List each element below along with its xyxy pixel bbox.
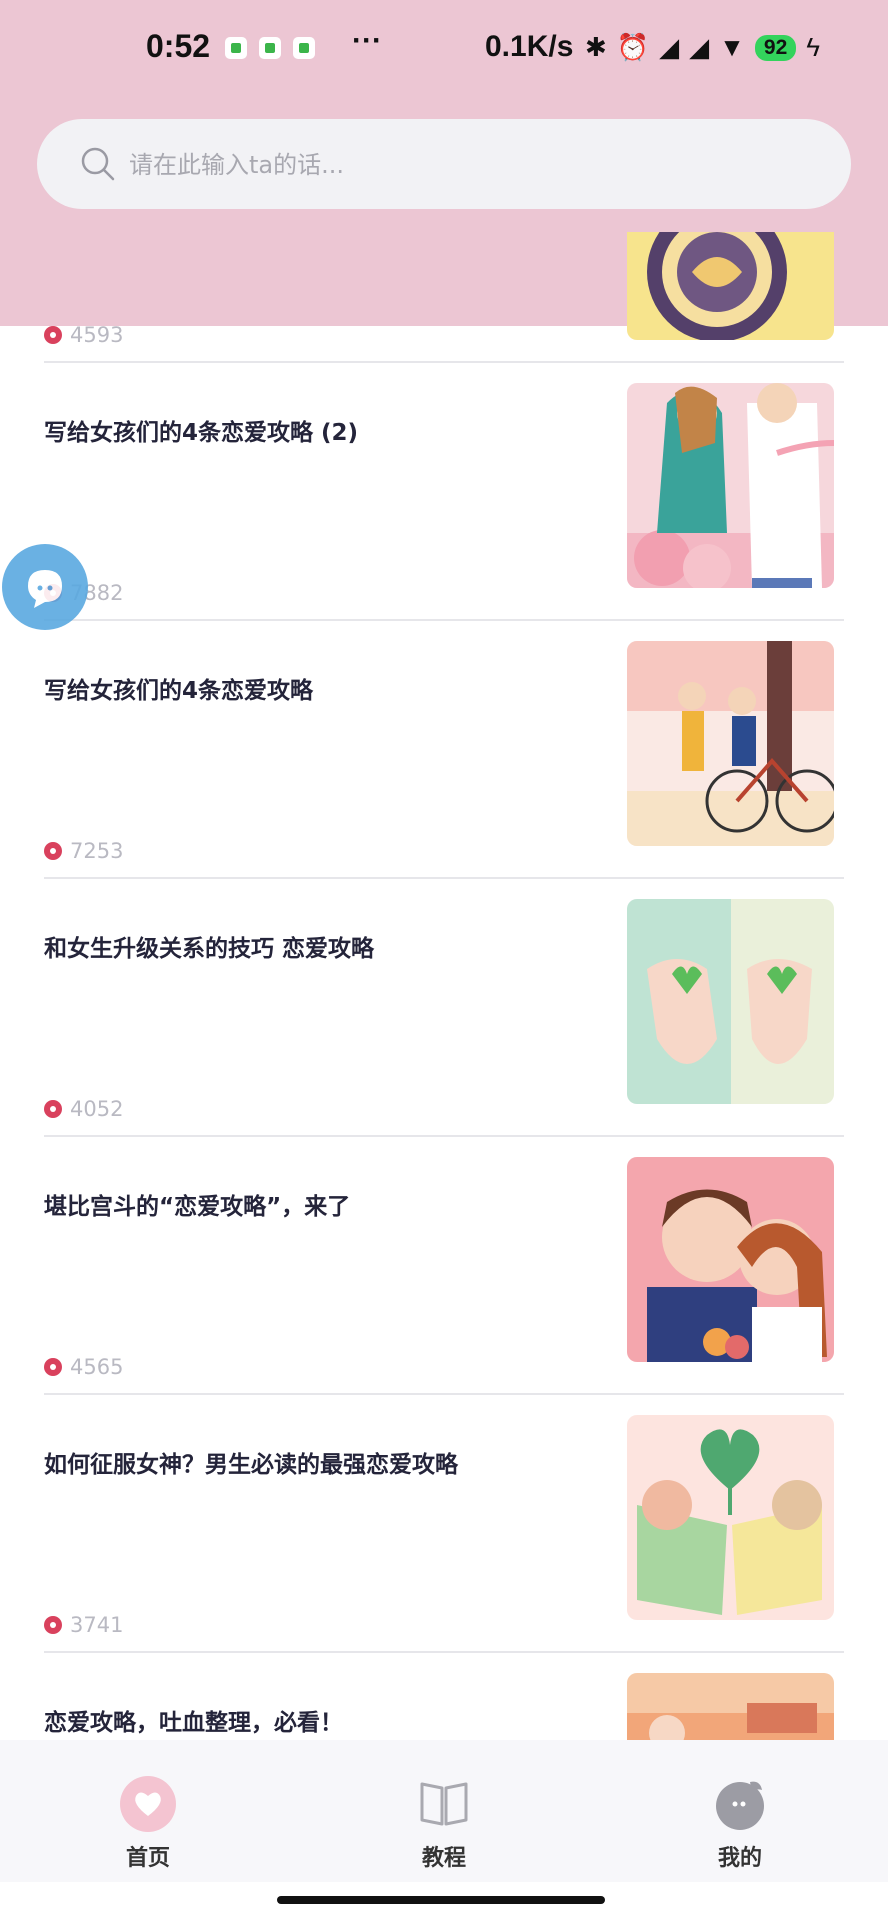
tab-mine[interactable]: 我的 [640, 1740, 840, 1882]
signal-icon: ◢ [659, 32, 680, 62]
article-thumbnail[interactable] [627, 383, 834, 588]
eye-icon [44, 842, 62, 860]
signal-icon: ◢ [689, 32, 710, 62]
more-notifications-icon: ··· [352, 24, 382, 57]
list-item[interactable]: 写给女孩们的4条恋爱攻略 (2) 7882 [44, 363, 844, 621]
list-item[interactable]: 恋爱攻略，吐血整理，必看！ [44, 1653, 844, 1740]
eye-icon [44, 1616, 62, 1634]
view-count: 4052 [44, 1097, 123, 1121]
list-item[interactable]: 写给女孩们的4条恋爱攻略 7253 [44, 621, 844, 879]
view-count: 4565 [44, 1355, 123, 1379]
article-thumbnail-partial[interactable] [627, 232, 834, 340]
list-item[interactable]: 和女生升级关系的技巧 恋爱攻略 4052 [44, 879, 844, 1137]
list-item[interactable]: 堪比宫斗的“恋爱攻略”，来了 4565 [44, 1137, 844, 1395]
eye-icon [44, 326, 62, 344]
eye-icon [44, 1358, 62, 1376]
view-count: 7253 [44, 839, 123, 863]
article-title[interactable]: 写给女孩们的4条恋爱攻略 [44, 671, 604, 705]
alarm-icon: ⏰ [616, 32, 650, 62]
article-thumbnail[interactable] [627, 1673, 834, 1740]
charging-icon: ϟ [806, 32, 821, 62]
notification-icons [225, 37, 315, 59]
search-bar[interactable] [37, 119, 851, 209]
book-icon [420, 1782, 468, 1826]
android-icon [225, 37, 247, 59]
article-title[interactable]: 写给女孩们的4条恋爱攻略 (2) [44, 413, 604, 447]
tab-tutorial[interactable]: 教程 [344, 1740, 544, 1882]
chat-bubble-icon [28, 570, 62, 608]
umbrella-icon [259, 37, 281, 59]
article-thumbnail[interactable] [627, 899, 834, 1104]
network-speed: 0.1K/s [485, 30, 574, 63]
bluetooth-icon: ✱ [585, 32, 607, 62]
floating-chat-button[interactable] [2, 544, 88, 630]
home-indicator[interactable] [277, 1896, 605, 1904]
tab-mine-label: 我的 [717, 1846, 762, 1871]
download-icon [293, 37, 315, 59]
status-time: 0:52 [146, 28, 211, 64]
search-input[interactable] [127, 141, 811, 189]
profile-icon [716, 1781, 764, 1830]
wifi-icon: ▼ [719, 32, 745, 62]
tab-tutorial-label: 教程 [421, 1846, 466, 1871]
tab-home[interactable]: 首页 [48, 1740, 248, 1882]
article-title[interactable]: 如何征服女神？男生必读的最强恋爱攻略 [44, 1445, 604, 1479]
article-title[interactable]: 恋爱攻略，吐血整理，必看！ [44, 1703, 604, 1737]
battery-indicator: 92 [754, 34, 797, 61]
bottom-tab-bar: 首页 教程 我的 [0, 1740, 888, 1882]
search-icon [81, 147, 115, 181]
article-thumbnail[interactable] [627, 641, 834, 846]
system-icons: ✱ ⏰ ◢ ◢ ▼ 92 ϟ [585, 32, 820, 63]
article-thumbnail[interactable] [627, 1415, 834, 1620]
heart-icon [120, 1776, 176, 1832]
view-count: 3741 [44, 1613, 123, 1637]
list-item[interactable]: 如何征服女神？男生必读的最强恋爱攻略 3741 [44, 1395, 844, 1653]
article-thumbnail[interactable] [627, 1157, 834, 1362]
article-title[interactable]: 和女生升级关系的技巧 恋爱攻略 [44, 929, 604, 963]
article-title[interactable]: 堪比宫斗的“恋爱攻略”，来了 [44, 1187, 604, 1221]
eye-icon [44, 1100, 62, 1118]
tab-home-label: 首页 [125, 1846, 170, 1871]
view-count: 4593 [44, 323, 123, 347]
status-bar: 0:52 ··· 0.1K/s ✱ ⏰ ◢ ◢ ▼ 92 ϟ [0, 0, 888, 96]
